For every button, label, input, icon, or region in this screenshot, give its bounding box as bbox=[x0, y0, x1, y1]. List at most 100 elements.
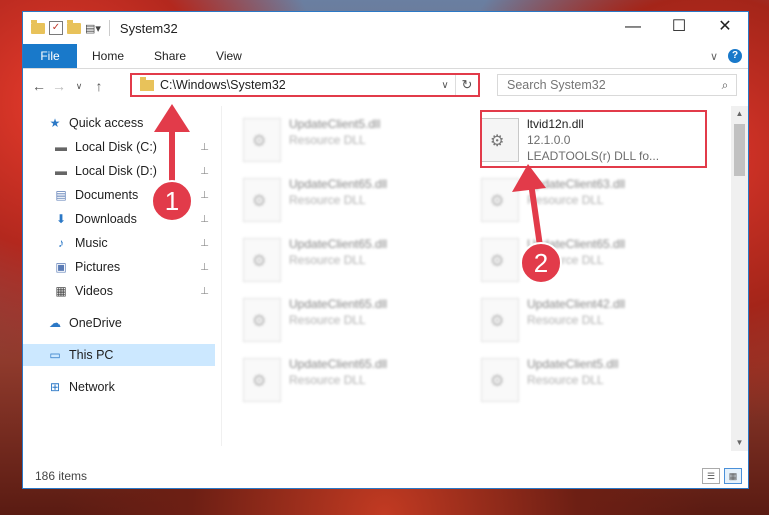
details-view-icon[interactable]: ☰ bbox=[702, 468, 720, 484]
pin-icon[interactable]: ⊥ bbox=[200, 262, 209, 273]
file-tile[interactable]: UpdateClient65.dll Resource DLL bbox=[233, 176, 463, 232]
pin-icon[interactable]: ⊥ bbox=[200, 166, 209, 177]
maximize-button[interactable]: ☐ bbox=[656, 12, 702, 44]
network-icon: ⊞ bbox=[49, 380, 61, 394]
back-button[interactable]: ← bbox=[29, 78, 49, 94]
customize-toolbar-icon[interactable]: ▤▾ bbox=[85, 22, 101, 35]
properties-icon[interactable]: ✓ bbox=[49, 21, 63, 35]
minimize-button[interactable]: — bbox=[610, 12, 656, 44]
drive-icon: ▬ bbox=[55, 164, 67, 178]
pin-icon[interactable]: ⊥ bbox=[200, 190, 209, 201]
file-tile[interactable]: UpdateClient65.dll Resource DLL bbox=[233, 356, 463, 412]
sidebar-item[interactable]: ▤ Documents ⊥ bbox=[23, 184, 215, 206]
close-button[interactable]: ✕ bbox=[702, 12, 748, 44]
address-path[interactable]: C:\Windows\System32 bbox=[160, 78, 435, 92]
file-meta: UpdateClient65.dll Resource DLL bbox=[289, 176, 387, 232]
pin-icon[interactable]: ⊥ bbox=[200, 214, 209, 225]
file-name: UpdateClient65.dll bbox=[289, 297, 388, 311]
sidebar-item-label: Videos bbox=[75, 284, 113, 298]
file-meta: UpdateClient65.dll Resource DLL bbox=[289, 356, 387, 412]
tab-home[interactable]: Home bbox=[77, 44, 139, 68]
sidebar-item[interactable]: ▦ Videos ⊥ bbox=[23, 280, 215, 302]
recent-locations-button[interactable]: ∨ bbox=[69, 81, 89, 92]
sidebar-item[interactable]: ♪ Music ⊥ bbox=[23, 232, 215, 254]
expand-ribbon-icon[interactable]: ∨ bbox=[710, 50, 718, 63]
search-box[interactable]: ⌕ bbox=[497, 74, 737, 96]
documents-icon: ▤ bbox=[55, 188, 67, 202]
tab-file[interactable]: File bbox=[23, 44, 77, 68]
file-version: Resource DLL bbox=[289, 133, 366, 147]
file-version: Resource DLL bbox=[289, 373, 366, 387]
file-name: UpdateClient65.dll bbox=[289, 177, 388, 191]
refresh-button[interactable]: ↻ bbox=[455, 75, 478, 95]
file-version: Resource DLL bbox=[289, 253, 366, 267]
dll-file-icon bbox=[243, 238, 281, 282]
file-meta: UpdateClient63.dll Resource DLL bbox=[527, 176, 625, 232]
navigation-bar: ← → ∨ ↑ C:\Windows\System32 ∨ ↻ ⌕ bbox=[23, 72, 748, 100]
toolbar-separator bbox=[108, 20, 110, 36]
file-name: UpdateClient65.dll bbox=[527, 237, 626, 251]
new-folder-icon[interactable] bbox=[67, 19, 81, 34]
file-tile[interactable]: UpdateClient65.dll Resource DLL bbox=[471, 236, 701, 292]
sidebar-item-label: Quick access bbox=[69, 116, 144, 130]
file-version: Resource DLL bbox=[527, 373, 604, 387]
scroll-thumb[interactable] bbox=[734, 124, 745, 176]
dll-file-icon bbox=[481, 238, 519, 282]
file-tile[interactable]: UpdateClient42.dll Resource DLL bbox=[471, 296, 701, 352]
sidebar-item-label: This PC bbox=[69, 348, 114, 362]
sidebar-item[interactable]: ☁ OneDrive bbox=[23, 312, 215, 334]
search-input[interactable] bbox=[505, 77, 714, 93]
sidebar-item-label: Network bbox=[69, 380, 115, 394]
file-tile[interactable]: UpdateClient65.dll Resource DLL bbox=[233, 236, 463, 292]
sidebar-item-label: Local Disk (C:) bbox=[75, 140, 157, 154]
dll-file-icon bbox=[243, 118, 281, 162]
pane-divider[interactable] bbox=[221, 106, 222, 446]
sidebar-item-label: OneDrive bbox=[69, 316, 122, 330]
pin-icon[interactable]: ⊥ bbox=[200, 286, 209, 297]
sidebar-item[interactable]: ★ Quick access bbox=[23, 112, 215, 134]
scroll-down-icon[interactable]: ▼ bbox=[731, 435, 748, 451]
file-meta: UpdateClient65.dll Resource DLL bbox=[527, 236, 625, 292]
file-version: Resource DLL bbox=[527, 193, 604, 207]
search-icon[interactable]: ⌕ bbox=[714, 78, 736, 93]
sidebar-item[interactable]: ▬ Local Disk (D:) ⊥ bbox=[23, 160, 215, 182]
status-bar: 186 items ☰ ▦ bbox=[23, 464, 748, 488]
file-name: UpdateClient65.dll bbox=[289, 357, 388, 371]
file-tile[interactable]: UpdateClient65.dll Resource DLL bbox=[233, 296, 463, 352]
sidebar-item[interactable]: ⬇ Downloads ⊥ bbox=[23, 208, 215, 230]
scroll-up-icon[interactable]: ▲ bbox=[731, 106, 748, 122]
sidebar-item[interactable]: ▬ Local Disk (C:) ⊥ bbox=[23, 136, 215, 158]
cloud-icon: ☁ bbox=[49, 316, 61, 330]
file-tile[interactable]: UpdateClient5.dll Resource DLL bbox=[233, 116, 463, 172]
file-meta: UpdateClient42.dll Resource DLL bbox=[527, 296, 625, 352]
pin-icon[interactable]: ⊥ bbox=[200, 142, 209, 153]
sidebar-item[interactable]: ▣ Pictures ⊥ bbox=[23, 256, 215, 278]
address-bar[interactable]: C:\Windows\System32 ∨ ↻ bbox=[130, 73, 480, 97]
tab-share[interactable]: Share bbox=[139, 44, 201, 68]
sidebar-item[interactable]: ▭ This PC bbox=[23, 344, 215, 366]
vertical-scrollbar[interactable]: ▲ ▼ bbox=[731, 106, 748, 451]
sidebar-item[interactable]: ⊞ Network bbox=[23, 376, 215, 398]
forward-button[interactable]: → bbox=[49, 78, 69, 94]
up-button[interactable]: ↑ bbox=[89, 78, 109, 94]
file-name: UpdateClient65.dll bbox=[289, 237, 388, 251]
dll-file-icon bbox=[243, 178, 281, 222]
window-controls: — ☐ ✕ bbox=[610, 12, 748, 44]
address-dropdown-icon[interactable]: ∨ bbox=[435, 80, 455, 91]
file-tile[interactable]: UpdateClient5.dll Resource DLL bbox=[471, 356, 701, 412]
music-icon: ♪ bbox=[58, 236, 64, 250]
videos-icon: ▦ bbox=[55, 284, 67, 298]
dll-file-icon bbox=[481, 298, 519, 342]
dll-file-icon bbox=[481, 358, 519, 402]
large-icons-view-icon[interactable]: ▦ bbox=[724, 468, 742, 484]
title-bar: ✓ ▤▾ System32 — ☐ ✕ bbox=[23, 12, 748, 44]
file-tile[interactable]: UpdateClient63.dll Resource DLL bbox=[471, 176, 701, 232]
help-icon[interactable]: ? bbox=[728, 49, 742, 63]
quick-access-toolbar: ✓ ▤▾ bbox=[23, 19, 114, 36]
ribbon-right: ∨ ? bbox=[710, 44, 748, 68]
file-name: UpdateClient5.dll bbox=[527, 357, 619, 371]
tab-view[interactable]: View bbox=[201, 44, 257, 68]
item-count: 186 items bbox=[35, 469, 88, 483]
file-name: UpdateClient5.dll bbox=[289, 117, 381, 131]
pin-icon[interactable]: ⊥ bbox=[200, 238, 209, 249]
